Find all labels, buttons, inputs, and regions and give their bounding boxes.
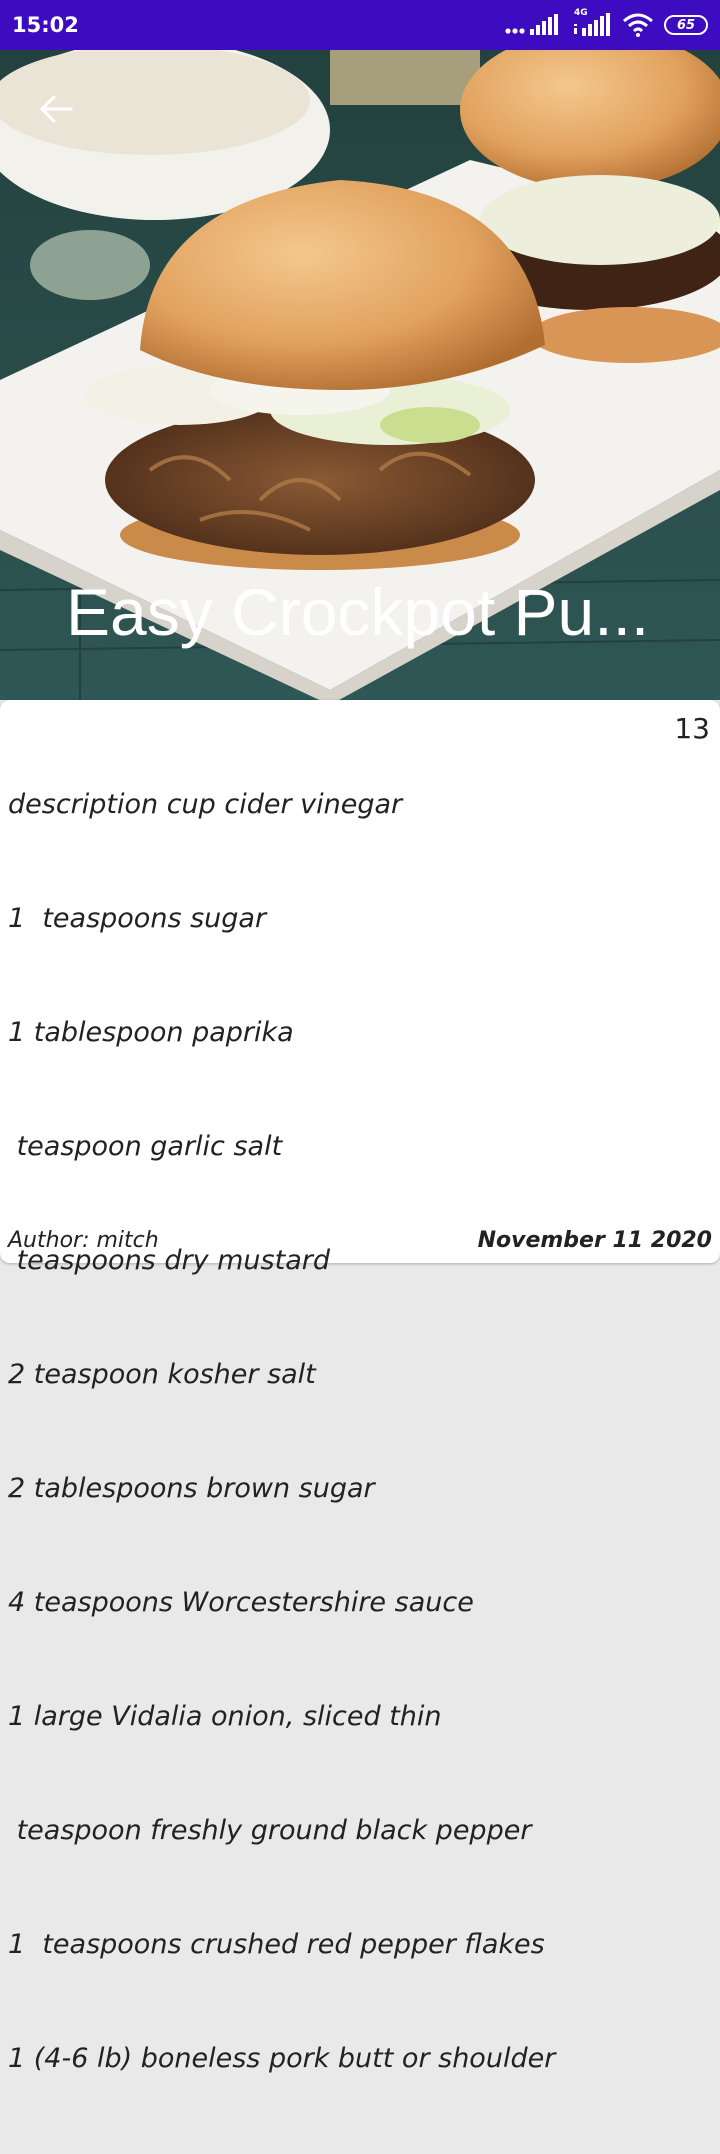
status-icons: 4G 65: [504, 8, 708, 38]
ingredient-item: 2 teaspoon kosher salt: [8, 1359, 316, 1390]
back-arrow-icon: [40, 95, 73, 123]
ingredient-item: 2 tablespoons brown sugar: [8, 1473, 375, 1504]
ingredient-item: teaspoon garlic salt: [8, 1131, 283, 1162]
ingredient-item: 1 (4-6 lb) boneless pork butt or shoulde…: [8, 2043, 556, 2074]
status-time: 15:02: [12, 13, 79, 37]
recipe-hero-image: Easy Crockpot Pu...: [0, 50, 720, 700]
back-button[interactable]: [30, 83, 82, 135]
ingredient-item: 1 teaspoons crushed red pepper flakes: [8, 1929, 545, 1960]
battery-level: 65: [676, 17, 696, 33]
ingredient-item: description cup cider vinegar: [8, 789, 403, 820]
ingredient-list: description cup cider vinegar 1 teaspoon…: [8, 710, 648, 2154]
ingredient-count: 13: [674, 712, 710, 745]
ingredient-item: 1 tablespoon paprika: [8, 1017, 294, 1048]
recipe-title: Easy Crockpot Pu...: [66, 575, 650, 649]
wifi-icon: [622, 13, 654, 37]
4g-signal-icon: 4G: [572, 8, 612, 38]
ingredient-item: 1 teaspoons sugar: [8, 903, 267, 934]
recipe-author: Author: mitch: [8, 1228, 159, 1253]
recipe-date: November 11 2020: [477, 1228, 712, 1253]
recipe-details-card: description cup cider vinegar 1 teaspoon…: [0, 700, 720, 2074]
battery-icon: 65: [664, 15, 708, 35]
status-bar: 15:02 4G 65: [0, 0, 720, 50]
signal-dots-icon: [504, 14, 562, 36]
ingredient-item: 4 teaspoons Worcestershire sauce: [8, 1587, 474, 1618]
ingredient-item: 1 large Vidalia onion, sliced thin: [8, 1701, 442, 1732]
ingredient-item: teaspoon freshly ground black pepper: [8, 1815, 532, 1846]
